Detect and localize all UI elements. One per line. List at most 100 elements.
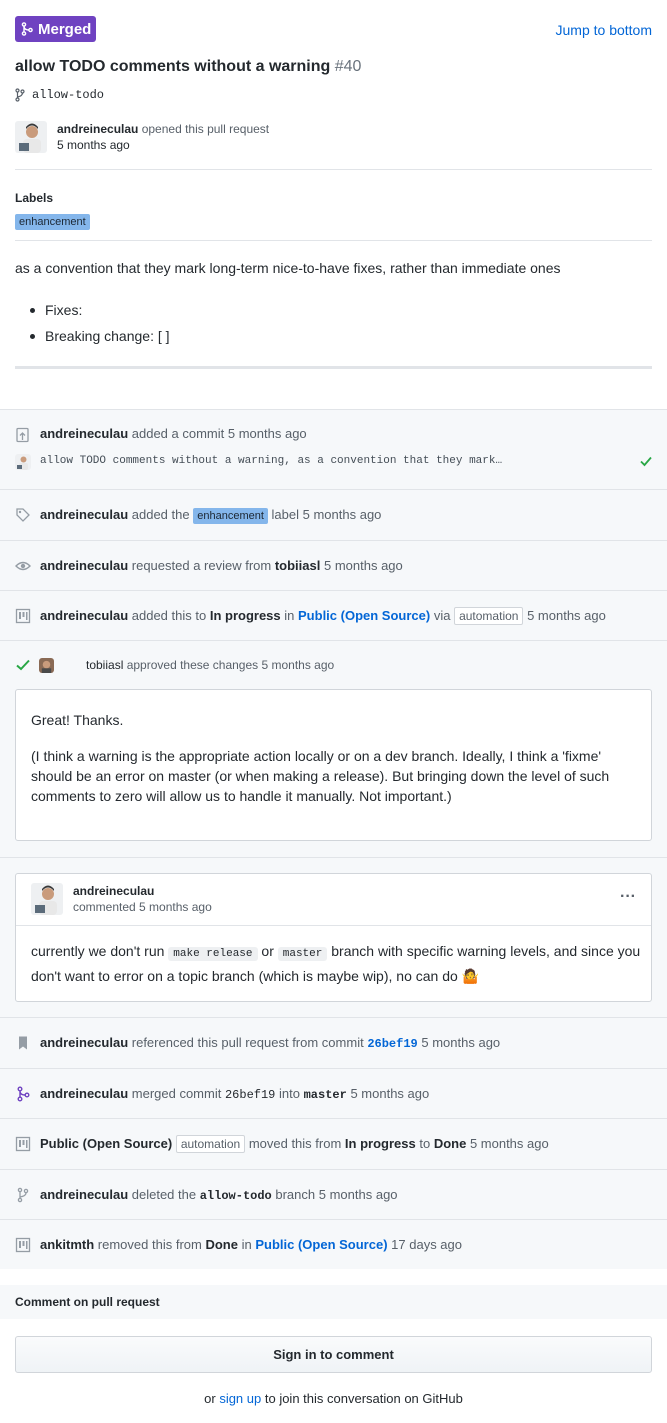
signup-line: or sign up to join this conversation on … xyxy=(0,1391,667,1406)
tag-icon xyxy=(16,508,30,522)
check-icon xyxy=(16,659,30,671)
avatar[interactable] xyxy=(31,883,63,915)
avatar[interactable] xyxy=(15,454,31,470)
event-action: requested a review from xyxy=(131,558,272,573)
shrug-emoji-icon: 🤷 xyxy=(461,968,480,984)
event-time[interactable]: 5 months ago xyxy=(470,1136,549,1151)
username[interactable]: andreineculau xyxy=(40,426,128,441)
timeline: andreineculau added a commit 5 months ag… xyxy=(0,409,667,1319)
divider xyxy=(15,240,652,241)
event-time[interactable]: 5 months ago xyxy=(421,1035,500,1050)
page-title: allow TODO comments without a warning #4… xyxy=(15,58,361,76)
username[interactable]: andreineculau xyxy=(40,507,128,522)
commit-sha-link[interactable]: 26bef19 xyxy=(225,1088,275,1102)
review-request-text: andreineculau requested a review from to… xyxy=(40,558,403,573)
timeline-label-event: andreineculau added the enhancement labe… xyxy=(0,489,667,540)
commit-event-text: andreineculau added a commit 5 months ag… xyxy=(40,426,307,441)
event-time[interactable]: 17 days ago xyxy=(391,1237,462,1252)
project-icon xyxy=(15,1237,31,1253)
commit-message-link[interactable]: allow TODO comments without a warning, a… xyxy=(40,455,502,467)
event-action: approved these changes xyxy=(126,658,259,672)
event-action: referenced this pull request from commit xyxy=(131,1035,364,1050)
event-action: label xyxy=(271,507,299,522)
comment-author[interactable]: andreineculau xyxy=(73,884,154,898)
label-event-text: andreineculau added the enhancement labe… xyxy=(40,507,381,524)
event-action: in xyxy=(284,608,295,623)
merge-icon xyxy=(17,1086,30,1102)
comment-menu-icon[interactable]: ··· xyxy=(620,888,636,906)
timeline-reference: andreineculau referenced this pull reque… xyxy=(0,1017,667,1068)
comment-text: branch with specific warning levels, and… xyxy=(331,943,641,959)
event-time[interactable]: 5 months ago xyxy=(303,507,382,522)
pr-description: as a convention that they mark long-term… xyxy=(15,260,561,276)
event-action: via xyxy=(433,608,451,623)
review-paragraph: (I think a warning is the appropriate ac… xyxy=(31,748,610,804)
sign-in-button[interactable]: Sign in to comment xyxy=(15,1336,652,1373)
event-action: into xyxy=(279,1086,300,1101)
timeline-project-add: andreineculau added this to In progress … xyxy=(0,590,667,640)
commit-sha-link[interactable]: 26bef19 xyxy=(367,1037,417,1051)
event-time[interactable]: 5 months ago xyxy=(139,900,212,914)
opener-username[interactable]: andreineculau xyxy=(57,122,138,136)
branch-icon xyxy=(15,88,25,102)
user-avatar-image xyxy=(15,454,31,470)
timeline-comment: andreineculau commented 5 months ago ···… xyxy=(0,857,667,1017)
sign-up-link[interactable]: sign up xyxy=(219,1391,261,1406)
branch-ref: allow-todo xyxy=(15,88,104,102)
list-item: Breaking change: [ ] xyxy=(30,323,170,349)
reviewer-username[interactable]: tobiiasl xyxy=(275,558,321,573)
comment-text: don't want to error on a topic branch (w… xyxy=(31,968,458,984)
username[interactable]: tobiiasl xyxy=(86,658,123,672)
branch-name: master xyxy=(303,1088,347,1102)
comment-body: currently we don't run make release or m… xyxy=(31,940,641,987)
reference-text: andreineculau referenced this pull reque… xyxy=(40,1035,500,1051)
username[interactable]: andreineculau xyxy=(40,1086,128,1101)
project-link[interactable]: Public (Open Source) xyxy=(255,1237,387,1252)
event-time[interactable]: 5 months ago xyxy=(350,1086,429,1101)
project-link[interactable]: Public (Open Source) xyxy=(40,1136,172,1151)
comment-card: andreineculau commented 5 months ago ···… xyxy=(15,873,652,1002)
review-comment-card: Great! Thanks. (I think a warning is the… xyxy=(15,689,652,841)
review-paragraph: Great! Thanks. xyxy=(31,712,124,728)
eye-icon xyxy=(15,561,31,571)
signup-rest: to join this conversation on GitHub xyxy=(264,1391,463,1406)
event-action: removed this from xyxy=(97,1237,202,1252)
event-action: added this to xyxy=(131,608,207,623)
username[interactable]: ankitmth xyxy=(40,1237,94,1252)
event-time[interactable]: 5 months ago xyxy=(261,658,334,672)
merge-text: andreineculau merged commit 26bef19 into… xyxy=(40,1086,429,1102)
check-icon[interactable] xyxy=(639,454,653,468)
event-action: commented xyxy=(73,900,136,914)
project-column: Done xyxy=(433,1136,467,1151)
opener-action: opened this pull request xyxy=(141,122,270,136)
event-action: branch xyxy=(275,1187,316,1202)
user-avatar-image xyxy=(15,121,47,153)
event-time[interactable]: 5 months ago xyxy=(319,1187,398,1202)
username[interactable]: andreineculau xyxy=(40,558,128,573)
jump-to-bottom-link[interactable]: Jump to bottom xyxy=(556,22,653,38)
branch-name: allow-todo xyxy=(199,1189,272,1203)
event-action: added the xyxy=(131,507,190,522)
avatar[interactable] xyxy=(39,658,54,673)
opener-line: andreineculau opened this pull request xyxy=(57,122,269,136)
comment-header: andreineculau commented 5 months ago ··· xyxy=(16,874,651,926)
comment-text: currently we don't run xyxy=(31,943,165,959)
username[interactable]: andreineculau xyxy=(40,1187,128,1202)
label-enhancement[interactable]: enhancement xyxy=(193,508,268,524)
merge-icon xyxy=(21,22,33,36)
comment-text: or xyxy=(261,943,274,959)
project-icon xyxy=(15,608,31,624)
event-time[interactable]: 5 months ago xyxy=(527,608,606,623)
timeline-project-remove: ankitmth removed this from Done in Publi… xyxy=(0,1219,667,1269)
avatar[interactable] xyxy=(15,121,47,153)
username[interactable]: andreineculau xyxy=(40,608,128,623)
label-enhancement[interactable]: enhancement xyxy=(15,214,90,230)
project-link[interactable]: Public (Open Source) xyxy=(298,608,430,623)
project-column: In progress xyxy=(344,1136,416,1151)
timeline-branch-delete: andreineculau deleted the allow-todo bra… xyxy=(0,1169,667,1219)
project-add-text: andreineculau added this to In progress … xyxy=(40,607,606,625)
event-time[interactable]: 5 months ago xyxy=(228,426,307,441)
username[interactable]: andreineculau xyxy=(40,1035,128,1050)
timeline-approval: tobiiasl approved these changes 5 months… xyxy=(0,640,667,857)
event-time[interactable]: 5 months ago xyxy=(324,558,403,573)
